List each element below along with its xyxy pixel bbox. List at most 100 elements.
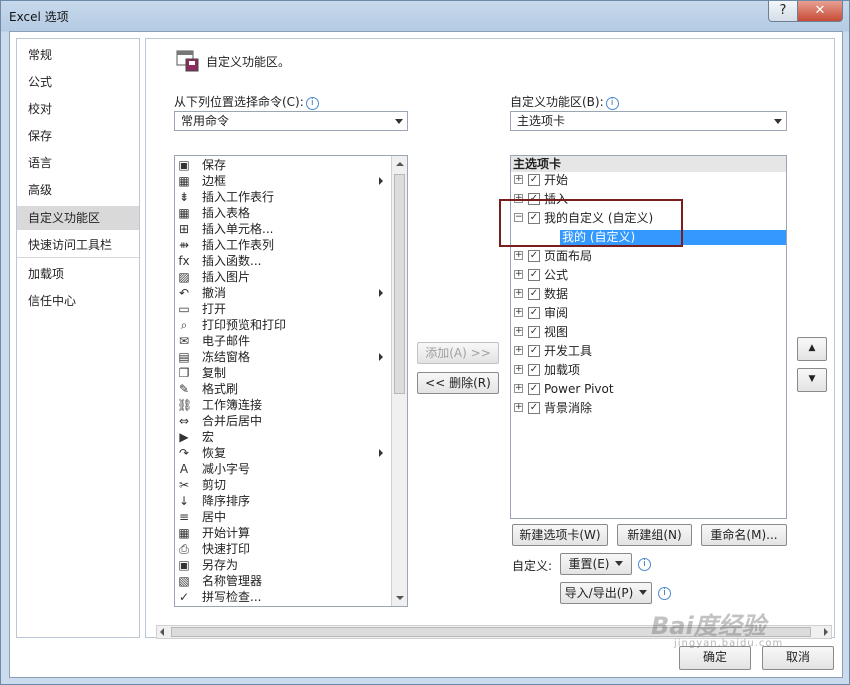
command-item[interactable]: ⎙ 快速打印 [175, 541, 395, 557]
checkbox[interactable]: ✓ [528, 383, 540, 395]
scroll-up-button[interactable] [392, 156, 407, 172]
tree-tab-item[interactable]: + ✓ 数据 [511, 285, 781, 303]
command-item[interactable]: ⛓ 工作簿连接 [175, 397, 395, 413]
command-item[interactable]: ✂ 剪切 [175, 477, 395, 493]
command-item[interactable]: ⇻ 插入工作表列 [175, 237, 395, 253]
expand-icon[interactable]: + [514, 346, 523, 355]
new-tab-button[interactable]: 新建选项卡(W) [512, 524, 608, 546]
command-item[interactable]: ▶ 宏 [175, 429, 395, 445]
nav-item[interactable]: 自定义功能区 [17, 206, 139, 230]
tree-tab-label: 审阅 [544, 306, 569, 320]
tree-tab-item[interactable]: + ✓ 开始 [511, 171, 781, 189]
command-item[interactable]: A 减小字号 [175, 461, 395, 477]
choose-commands-combo[interactable]: 常用命令 [174, 111, 408, 131]
nav-item[interactable]: 公式 [17, 70, 139, 94]
nav-item[interactable]: 语言 [17, 151, 139, 175]
expand-icon[interactable]: + [514, 308, 523, 317]
nav-item[interactable]: 高级 [17, 178, 139, 202]
expand-icon[interactable]: + [514, 270, 523, 279]
command-item[interactable]: ▦ 边框 [175, 173, 395, 189]
expand-icon[interactable]: + [514, 384, 523, 393]
nav-item[interactable]: 保存 [17, 124, 139, 148]
expand-icon[interactable]: + [514, 175, 523, 184]
tree-tab-item[interactable]: + ✓ 视图 [511, 323, 781, 341]
nav-item[interactable]: 信任中心 [17, 289, 139, 313]
move-down-button[interactable]: ▼ [797, 368, 827, 392]
tree-tab-item[interactable]: + ✓ 页面布局 [511, 247, 781, 265]
tree-tab-item[interactable]: + ✓ Power Pivot [511, 380, 781, 398]
command-item[interactable]: ↷ 恢复 [175, 445, 395, 461]
ok-button[interactable]: 确定 [679, 646, 751, 670]
command-label: 降序排序 [202, 494, 251, 508]
remove-button[interactable]: << 删除(R) [417, 372, 499, 394]
checkbox[interactable]: ✓ [528, 288, 540, 300]
expand-icon[interactable]: + [514, 365, 523, 374]
scroll-left-button[interactable] [160, 628, 164, 636]
new-group-button[interactable]: 新建组(N) [617, 524, 692, 546]
expand-icon[interactable]: + [514, 327, 523, 336]
nav-item[interactable]: 快速访问工具栏 [17, 233, 139, 257]
checkbox[interactable]: ✓ [528, 174, 540, 186]
expand-icon[interactable]: + [514, 251, 523, 260]
tree-tab-item[interactable]: + ✓ 开发工具 [511, 342, 781, 360]
scroll-right-button[interactable] [824, 628, 828, 636]
reset-button[interactable]: 重置(E) [560, 553, 632, 575]
command-item[interactable]: ▭ 打开 [175, 301, 395, 317]
command-item[interactable]: ↓ 降序排序 [175, 493, 395, 509]
command-item[interactable]: ⊞ 插入单元格... [175, 221, 395, 237]
checkbox[interactable]: ✓ [528, 250, 540, 262]
tree-tab-item[interactable]: + ✓ 公式 [511, 266, 781, 284]
command-item[interactable]: ✉ 电子邮件 [175, 333, 395, 349]
macro-icon: ▶ [179, 430, 189, 444]
tree-tab-item[interactable]: + ✓ 加载项 [511, 361, 781, 379]
checkbox[interactable]: ✓ [528, 345, 540, 357]
command-item[interactable]: ▦ 插入表格 [175, 205, 395, 221]
nav-item[interactable]: 常规 [17, 43, 139, 67]
merge-center-icon: ⇔ [178, 414, 190, 428]
command-item[interactable]: ✓ 拼写检查... [175, 589, 395, 605]
rename-button[interactable]: 重命名(M)... [701, 524, 787, 546]
scroll-down-button[interactable] [392, 590, 407, 606]
commands-scrollbar[interactable] [391, 156, 407, 606]
command-item[interactable]: ▣ 另存为 [175, 557, 395, 573]
ribbon-tabs-combo[interactable]: 主选项卡 [510, 111, 787, 131]
nav-item[interactable]: 加载项 [17, 262, 139, 286]
expand-icon[interactable]: + [514, 289, 523, 298]
command-item[interactable]: ⇟ 插入工作表行 [175, 189, 395, 205]
command-item[interactable]: ⌕ 打印预览和打印 [175, 317, 395, 333]
checkbox[interactable]: ✓ [528, 326, 540, 338]
command-item[interactable]: ❐ 复制 [175, 365, 395, 381]
tree-tab-item[interactable]: + ✓ 审阅 [511, 304, 781, 322]
command-label: 打开 [202, 302, 227, 316]
nav-item[interactable]: 校对 [17, 97, 139, 121]
import-export-text: 导入/导出(P) [564, 586, 634, 600]
checkbox[interactable]: ✓ [528, 307, 540, 319]
help-button[interactable]: ? [768, 1, 798, 22]
move-up-button[interactable]: ▲ [797, 337, 827, 361]
command-item[interactable]: ▣ 保存 [175, 157, 395, 173]
command-item[interactable]: ↑ 升序 [175, 605, 395, 606]
command-item[interactable]: ↶ 撤消 [175, 285, 395, 301]
expand-icon[interactable]: + [514, 403, 523, 412]
add-button[interactable]: 添加(A) >> [417, 342, 499, 364]
checkbox[interactable]: ✓ [528, 269, 540, 281]
cancel-button[interactable]: 取消 [762, 646, 834, 670]
command-item[interactable]: ▧ 名称管理器 [175, 573, 395, 589]
checkbox[interactable]: ✓ [528, 364, 540, 376]
command-item[interactable]: fx 插入函数... [175, 253, 395, 269]
scroll-thumb[interactable] [394, 174, 405, 394]
checkbox[interactable]: ✓ [528, 402, 540, 414]
command-item[interactable]: ▤ 冻结窗格 [175, 349, 395, 365]
command-label: 插入函数... [202, 254, 262, 268]
import-export-button[interactable]: 导入/导出(P) [560, 582, 652, 604]
commands-list[interactable]: ▣ 保存 ▦ 边框 ⇟ 插入工作表行 ▦ 插入表格 ⊞ 插入单元格... ⇻ 插入工作表列 fx 插入函数… [174, 155, 408, 607]
tree-tab-item[interactable]: + ✓ 背景消除 [511, 399, 781, 417]
ribbon-tabs-value: 主选项卡 [517, 114, 566, 128]
command-item[interactable]: ✎ 格式刷 [175, 381, 395, 397]
command-item[interactable]: ≡ 居中 [175, 509, 395, 525]
tree-tab-label: 加载项 [544, 363, 581, 377]
command-item[interactable]: ▨ 插入图片 [175, 269, 395, 285]
command-item[interactable]: ▦ 开始计算 [175, 525, 395, 541]
close-button[interactable]: ✕ [797, 1, 843, 22]
command-item[interactable]: ⇔ 合并后居中 [175, 413, 395, 429]
